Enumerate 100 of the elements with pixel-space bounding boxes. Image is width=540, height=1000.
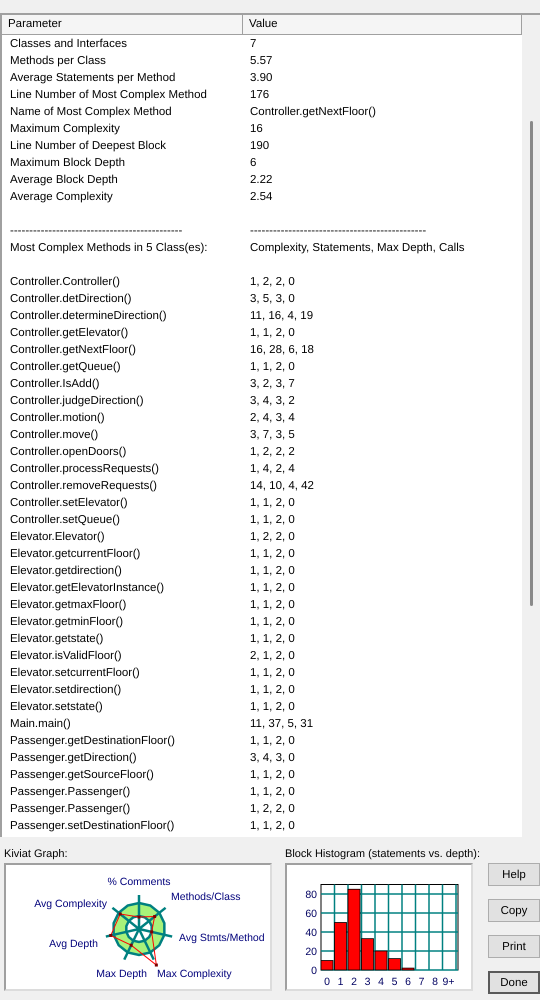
x-tick-label: 1 xyxy=(338,976,344,988)
table-cell-text: Controller.getNextFloor() xyxy=(9,344,137,356)
table-cell-text: Controller.getElevator() xyxy=(9,326,130,338)
table-cell-text: Passenger.getDestinationFloor() xyxy=(9,734,176,746)
table-cell-text: Elevator.setdirection() xyxy=(9,684,122,696)
table-cell-text: 1, 1, 2, 0 xyxy=(249,768,295,780)
table-cell-text: Passenger.Passenger() xyxy=(9,802,132,814)
table-cell-text: Elevator.getElevatorInstance() xyxy=(9,582,166,594)
table-cell-text: Controller.motion() xyxy=(9,412,106,424)
table-cell-text: Controller.move() xyxy=(9,428,100,440)
x-tick-label: 0 xyxy=(324,976,330,988)
table-cell-text: 176 xyxy=(249,88,270,100)
table-cell-text: Passenger.getSourceFloor() xyxy=(9,768,155,780)
table-cell-text: 7 xyxy=(249,38,256,50)
table-cell-text: 16 xyxy=(249,122,263,134)
table-cell-text: 3, 2, 3, 7 xyxy=(249,378,295,390)
table-cell-text: 1, 1, 2, 0 xyxy=(249,496,295,508)
axis-label: Avg Complexity xyxy=(34,898,107,910)
table-cell-text: 2.22 xyxy=(249,174,272,186)
table-cell-text: Controller.Controller() xyxy=(9,276,121,288)
y-tick-label: 20 xyxy=(305,946,317,958)
axis-label: % Comments xyxy=(108,876,170,888)
table-cell-text: 1, 2, 2, 0 xyxy=(249,276,295,288)
table-cell-text: 1, 1, 2, 0 xyxy=(249,820,295,832)
table-cell-text: Controller.IsAdd() xyxy=(9,378,100,390)
table-cell-text: Controller.removeRequests() xyxy=(9,480,158,492)
table-cell-text: 2.54 xyxy=(249,190,272,202)
table-cell-text: Elevator.setcurrentFloor() xyxy=(9,666,141,678)
column-header[interactable]: Parameter xyxy=(2,15,243,34)
kiviat-label: Kiviat Graph: xyxy=(4,847,68,862)
table-cell-text: Maximum Block Depth xyxy=(9,156,126,168)
table-cell-text: 1, 1, 2, 0 xyxy=(249,700,295,712)
table-cell-text: Passenger.setDestinationFloor() xyxy=(9,820,176,832)
table-cell-text: Complexity, Statements, Max Depth, Calls xyxy=(249,242,465,254)
x-tick-label: 9+ xyxy=(442,976,454,988)
table-cell-text: Controller.setQueue() xyxy=(9,514,121,526)
axis-label: Avg Stmts/Method xyxy=(179,932,265,944)
table-cell-text: Controller.determineDirection() xyxy=(9,310,168,322)
table-cell-text: Average Statements per Method xyxy=(9,72,176,84)
table-cell-text: 1, 1, 2, 0 xyxy=(249,514,295,526)
table-cell-text: 1, 1, 2, 0 xyxy=(249,360,295,372)
dialog-button[interactable]: Copy xyxy=(488,899,540,922)
table-cell-text: 11, 37, 5, 31 xyxy=(249,718,314,730)
table-cell-text: Controller.processRequests() xyxy=(9,462,160,474)
table-cell-text: 11, 16, 4, 19 xyxy=(249,310,314,322)
table-cell-text: Elevator.setstate() xyxy=(9,700,104,712)
dialog-button[interactable]: Help xyxy=(488,863,540,886)
table-cell-text: Controller.openDoors() xyxy=(9,446,128,458)
x-tick-label: 4 xyxy=(378,976,384,988)
x-tick-label: 3 xyxy=(364,976,370,988)
column-header[interactable]: Value xyxy=(243,15,278,34)
table-cell-text: 3, 7, 3, 5 xyxy=(249,428,295,440)
table-cell-text: 3, 4, 3, 2 xyxy=(249,394,295,406)
x-tick-label: 8 xyxy=(432,976,438,988)
table-cell-text: 1, 1, 2, 0 xyxy=(249,548,295,560)
axis-label: Methods/Class xyxy=(171,891,240,903)
table-cell-text: Elevator.getminFloor() xyxy=(9,616,124,628)
dialog-button[interactable]: Done xyxy=(488,971,540,994)
y-tick-label: 0 xyxy=(311,965,317,977)
table-cell-text: 1, 2, 2, 0 xyxy=(249,802,295,814)
table-cell-text: 1, 1, 2, 0 xyxy=(249,326,295,338)
table-cell-text: 16, 28, 6, 18 xyxy=(249,344,314,356)
x-tick-label: 6 xyxy=(405,976,411,988)
table-cell-text: 1, 2, 2, 2 xyxy=(249,446,295,458)
table-cell-text: Methods per Class xyxy=(9,54,107,66)
table-cell-text: 6 xyxy=(249,156,256,168)
separator-text: ---------------------------------------------- xyxy=(249,224,426,236)
table-cell-text: 190 xyxy=(249,140,270,152)
table-cell-text: Elevator.getdirection() xyxy=(9,564,123,576)
x-tick-label: 5 xyxy=(392,976,398,988)
x-tick-label: 7 xyxy=(418,976,424,988)
table-cell-text: 5.57 xyxy=(249,54,272,66)
table-cell-text: Elevator.getcurrentFloor() xyxy=(9,548,142,560)
axis-label: Max Complexity xyxy=(157,968,232,980)
histogram-label: Block Histogram (statements vs. depth): xyxy=(285,847,480,862)
table-cell-text: 3.90 xyxy=(249,72,272,84)
dialog-button[interactable]: Print xyxy=(488,935,540,958)
table-cell-text: 1, 1, 2, 0 xyxy=(249,786,295,798)
table-cell-text: 2, 1, 2, 0 xyxy=(249,650,295,662)
table-cell-text: Controller.detDirection() xyxy=(9,292,132,304)
kiviat-graph-drawing xyxy=(106,895,172,967)
separator-text: --------------------------------------------- xyxy=(9,224,184,236)
table-cell-text: Elevator.getmaxFloor() xyxy=(9,598,128,610)
table-cell-text: Controller.getNextFloor() xyxy=(249,106,376,118)
table-cell-text: 3, 4, 3, 0 xyxy=(249,752,295,764)
table-cell-text: 1, 1, 2, 0 xyxy=(249,684,295,696)
table-cell-text: Controller.judgeDirection() xyxy=(9,394,145,406)
table-cell-text: 1, 4, 2, 4 xyxy=(249,462,295,474)
table-cell-text: 1, 1, 2, 0 xyxy=(249,632,295,644)
table-cell-text: 1, 1, 2, 0 xyxy=(249,666,295,678)
scroll-thumb[interactable] xyxy=(530,121,533,606)
table-cell-text: Classes and Interfaces xyxy=(9,38,128,50)
table-cell-text: Name of Most Complex Method xyxy=(9,106,173,118)
axis-label: Avg Depth xyxy=(49,938,98,950)
table-cell-text: 14, 10, 4, 42 xyxy=(249,480,314,492)
table-cell-text: 1, 2, 2, 0 xyxy=(249,530,295,542)
table-cell-text: Maximum Complexity xyxy=(9,122,121,134)
table-cell-text: Main.main() xyxy=(9,718,72,730)
table-cell-text: Passenger.getDirection() xyxy=(9,752,138,764)
table-cell-text: Most Complex Methods in 5 Class(es): xyxy=(9,242,208,254)
